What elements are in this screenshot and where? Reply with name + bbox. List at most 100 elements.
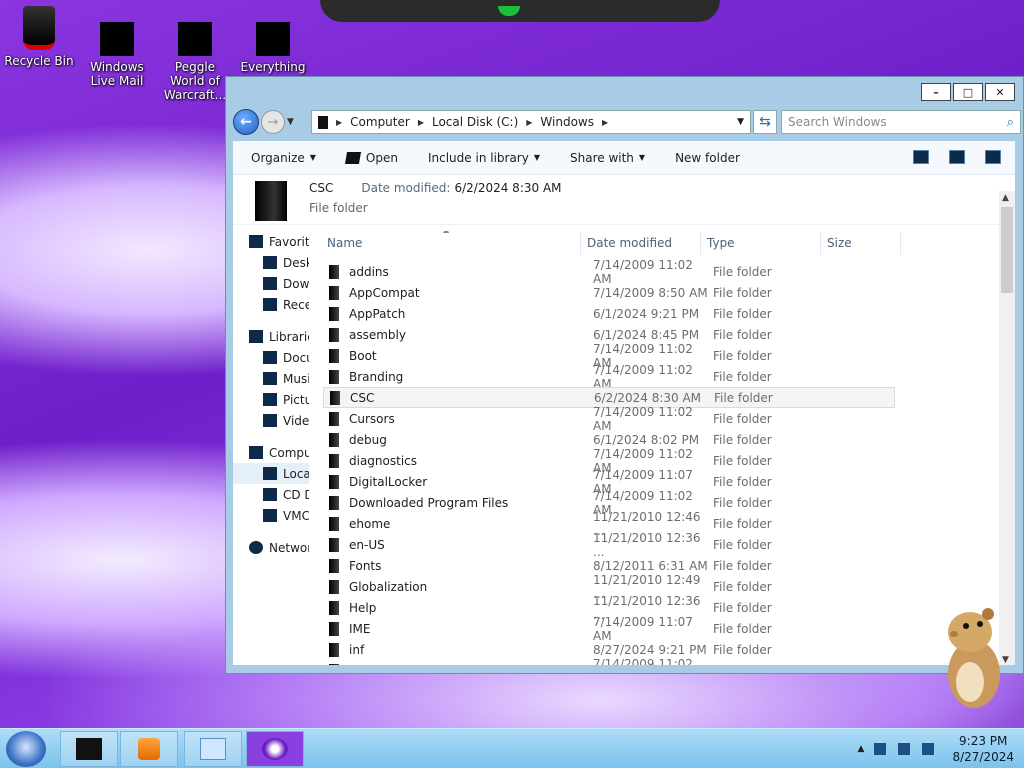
chevron-right-icon[interactable]: ▶ xyxy=(602,118,608,127)
clock[interactable]: 9:23 PM 8/27/2024 xyxy=(952,733,1014,765)
recent-pages-dropdown[interactable]: ▼ xyxy=(287,117,297,127)
nav-libraries[interactable]: Libraries xyxy=(249,326,309,347)
search-input[interactable]: Search Windows xyxy=(788,115,887,129)
share-with-button[interactable]: Share with ▼ xyxy=(570,151,645,165)
address-bar[interactable]: ▶ Computer ▶ Local Disk (C:) ▶ Windows ▶… xyxy=(311,110,751,134)
table-row[interactable]: addins 7/14/2009 11:02 AM File folder xyxy=(323,258,895,286)
file-name: Globalization xyxy=(349,579,428,594)
desktop-icon-everything[interactable]: Everything xyxy=(234,6,312,74)
file-type: File folder xyxy=(713,453,772,468)
breadcrumb-computer[interactable]: Computer xyxy=(350,115,410,129)
nav-cd-drive[interactable]: CD Drive xyxy=(263,484,309,505)
taskbar-media-player[interactable] xyxy=(120,731,178,767)
file-type: File folder xyxy=(713,579,772,594)
column-header-type[interactable]: Type xyxy=(701,231,821,255)
scroll-up-icon[interactable]: ▲ xyxy=(1002,193,1009,203)
nav-label: Favorites xyxy=(269,234,309,249)
file-date: 6/1/2024 9:21 PM xyxy=(593,306,700,321)
nav-favorites[interactable]: Favorites xyxy=(249,231,309,252)
file-date: 8/27/2024 9:21 PM xyxy=(593,642,707,657)
file-name: Branding xyxy=(349,369,404,384)
vertical-scrollbar[interactable]: ▲ ▼ xyxy=(999,191,1015,665)
forward-button[interactable]: → xyxy=(261,110,285,134)
network-tray-icon[interactable] xyxy=(898,743,911,755)
nav-network[interactable]: Network xyxy=(249,537,309,558)
nav-recent-places[interactable]: Recent Places xyxy=(263,294,309,315)
table-row[interactable]: AppPatch 6/1/2024 9:21 PM File folder xyxy=(323,303,895,324)
column-header-date[interactable]: Date modified xyxy=(581,231,701,255)
file-name: Downloaded Program Files xyxy=(349,495,509,510)
new-folder-button[interactable]: New folder xyxy=(675,151,740,165)
include-in-library-button[interactable]: Include in library ▼ xyxy=(428,151,540,165)
search-icon[interactable]: ⌕ xyxy=(1007,115,1014,130)
folder-icon xyxy=(329,453,339,468)
notepad-icon xyxy=(200,738,226,760)
window-controls: – □ ✕ xyxy=(921,83,1015,101)
breadcrumb-local-disk[interactable]: Local Disk (C:) xyxy=(432,115,518,129)
file-name: diagnostics xyxy=(349,453,418,468)
table-row[interactable]: en-US 11/21/2010 12:36 ... File folder xyxy=(323,531,895,559)
open-button[interactable]: Open xyxy=(344,151,398,165)
start-button[interactable] xyxy=(6,731,46,767)
file-date: 6/1/2024 8:02 PM xyxy=(593,432,700,447)
minimize-button[interactable]: – xyxy=(921,83,951,101)
nav-downloads[interactable]: Downloads xyxy=(263,273,309,294)
volume-icon[interactable] xyxy=(922,743,935,755)
folder-icon xyxy=(329,285,339,300)
chevron-right-icon[interactable]: ▶ xyxy=(418,118,424,127)
close-button[interactable]: ✕ xyxy=(985,83,1015,101)
folder-icon xyxy=(255,181,287,221)
table-row[interactable]: AppCompat 7/14/2009 8:50 AM File folder xyxy=(323,282,895,303)
table-row[interactable]: Cursors 7/14/2009 11:02 AM File folder xyxy=(323,405,895,433)
nav-desktop[interactable]: Desktop xyxy=(263,252,309,273)
nav-label: Documents xyxy=(283,350,309,365)
file-name: addins xyxy=(349,264,389,279)
taskbar-notepad[interactable] xyxy=(184,731,242,767)
chevron-down-icon[interactable]: ▼ xyxy=(737,117,744,127)
desktop-icon-peggle[interactable]: Peggle World of Warcraft... xyxy=(156,6,234,102)
back-button[interactable]: ← xyxy=(233,109,259,135)
nav-pictures[interactable]: Pictures xyxy=(263,389,309,410)
column-header-size[interactable]: Size xyxy=(821,231,901,255)
taskbar: ▲ 9:23 PM 8/27/2024 xyxy=(0,728,1024,768)
nav-label: Desktop xyxy=(283,255,309,270)
nav-videos[interactable]: Videos xyxy=(263,410,309,431)
folder-icon xyxy=(329,642,339,657)
nav-local-disk[interactable]: Local Disk (C:) xyxy=(233,463,309,484)
table-row[interactable]: Branding 7/14/2009 11:02 AM File folder xyxy=(323,363,895,391)
change-view-icon[interactable] xyxy=(913,150,929,164)
chevron-right-icon[interactable]: ▶ xyxy=(336,118,342,127)
taskbar-explorer[interactable] xyxy=(60,731,118,767)
file-name: L2Schemas xyxy=(349,664,593,666)
scroll-thumb[interactable] xyxy=(1001,207,1013,293)
nav-documents[interactable]: Documents xyxy=(263,347,309,368)
share-label: Share with xyxy=(570,150,634,165)
organize-button[interactable]: Organize ▼ xyxy=(251,151,316,165)
help-icon[interactable] xyxy=(985,150,1001,164)
table-row[interactable]: L2Schemas7/14/2009 11:02 AM File folder xyxy=(323,657,895,666)
column-header-name[interactable]: Name xyxy=(323,231,581,255)
refresh-button[interactable]: ⇆ xyxy=(753,110,777,134)
library-icon xyxy=(249,330,263,343)
nav-computer[interactable]: Computer xyxy=(249,442,309,463)
show-hidden-icons-icon[interactable]: ▲ xyxy=(858,744,865,754)
chevron-right-icon[interactable]: ▶ xyxy=(526,118,532,127)
search-box[interactable]: Search Windows ⌕ xyxy=(781,110,1021,134)
tray-app-icon[interactable] xyxy=(874,743,887,755)
file-name: en-US xyxy=(349,537,385,552)
download-icon xyxy=(263,277,277,290)
nav-vmc[interactable]: VMC xyxy=(263,505,309,526)
desktop-icon-recycle-bin[interactable]: Recycle Bin xyxy=(0,6,78,68)
file-name: Boot xyxy=(349,348,377,363)
maximize-button[interactable]: □ xyxy=(953,83,983,101)
taskbar-app-active[interactable] xyxy=(246,731,304,767)
preview-pane-icon[interactable] xyxy=(949,150,965,164)
nav-music[interactable]: Music xyxy=(263,368,309,389)
desktop-icon-windows-live-mail[interactable]: Windows Live Mail xyxy=(78,6,156,88)
breadcrumb-windows[interactable]: Windows xyxy=(540,115,594,129)
cd-icon xyxy=(263,488,277,501)
table-row[interactable]: IME 7/14/2009 11:07 AM File folder xyxy=(323,615,895,643)
file-type: File folder xyxy=(714,390,773,405)
file-type: File folder xyxy=(713,369,772,384)
navigation-bar: ← → ▼ ▶ Computer ▶ Local Disk (C:) ▶ Win… xyxy=(233,107,1021,137)
